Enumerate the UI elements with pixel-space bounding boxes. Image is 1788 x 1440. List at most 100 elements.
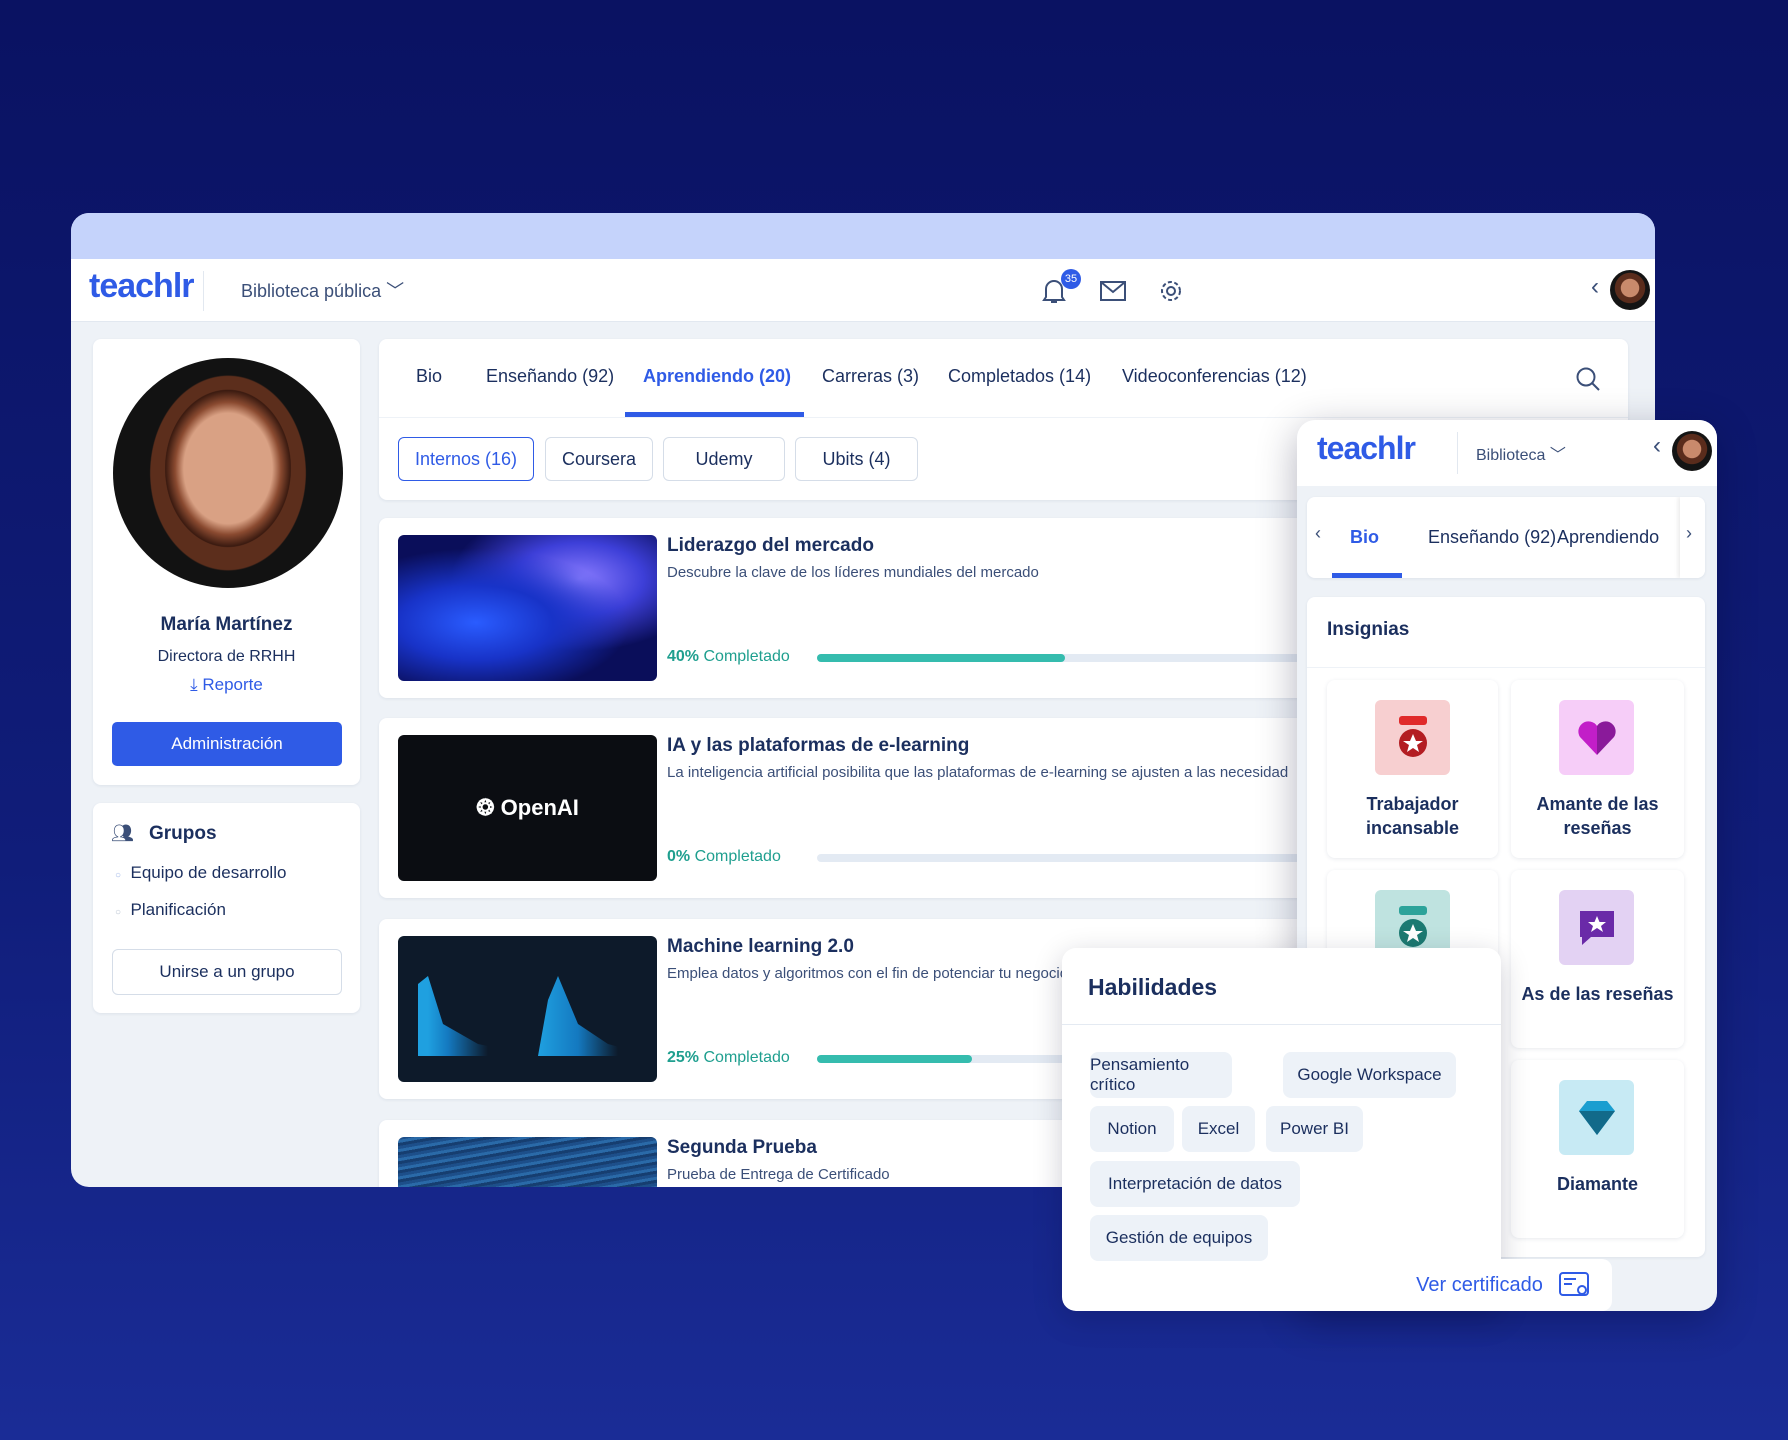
course-title: Liderazgo del mercado bbox=[667, 535, 874, 556]
tab-bio[interactable]: Bio bbox=[1350, 527, 1379, 548]
openai-logo-icon: ❂ bbox=[476, 795, 501, 820]
badge-tile[interactable]: Diamante bbox=[1511, 1060, 1684, 1238]
skill-chip: Interpretación de datos bbox=[1090, 1161, 1300, 1207]
badge-label: Amante de las reseñas bbox=[1536, 794, 1659, 838]
badges-title: Insignias bbox=[1327, 619, 1410, 640]
progress-percent: 40% bbox=[667, 648, 700, 665]
tab-videoconferences[interactable]: Videoconferencias (12) bbox=[1122, 366, 1307, 387]
profile-name: María Martínez bbox=[160, 614, 293, 635]
progress-label: Completado bbox=[703, 648, 790, 665]
course-progress-text: 0% Completado bbox=[667, 848, 781, 866]
user-avatar[interactable] bbox=[1610, 270, 1650, 310]
admin-button[interactable]: Administración bbox=[112, 722, 342, 766]
progress-label: Completado bbox=[694, 848, 781, 865]
mobile-header: teachlr Biblioteca ﹀ ‹ bbox=[1297, 420, 1717, 486]
profile-photo bbox=[113, 358, 343, 588]
chevron-down-icon: ﹀ bbox=[386, 281, 405, 301]
gear-icon[interactable] bbox=[1158, 278, 1184, 304]
profile-card: María Martínez Directora de RRHH ⤓ Repor… bbox=[93, 339, 360, 785]
view-certificate-button[interactable]: Ver certificado bbox=[1393, 1259, 1612, 1311]
tab-careers[interactable]: Carreras (3) bbox=[822, 366, 919, 387]
badge-tile[interactable]: Trabajador incansable bbox=[1327, 680, 1498, 858]
progress-label: Completado bbox=[703, 1049, 790, 1066]
bullet-icon: ○ bbox=[115, 870, 122, 881]
tab-learning[interactable]: Aprendiendo (20) bbox=[643, 366, 791, 387]
report-label: Reporte bbox=[202, 675, 263, 694]
notification-badge: 35 bbox=[1061, 269, 1081, 289]
user-avatar[interactable] bbox=[1672, 431, 1712, 471]
star-chat-icon bbox=[1559, 890, 1634, 965]
course-description: Emplea datos y algoritmos con el fin de … bbox=[667, 965, 1069, 982]
course-title: Segunda Prueba bbox=[667, 1137, 817, 1158]
subtab-coursera[interactable]: Coursera bbox=[545, 437, 653, 481]
tab-teaching[interactable]: Enseñando (92) bbox=[486, 366, 614, 387]
progress-percent: 0% bbox=[667, 848, 691, 865]
badge-tile[interactable]: As de las reseñas bbox=[1511, 870, 1684, 1048]
report-link[interactable]: ⤓ Reporte bbox=[93, 675, 360, 695]
mobile-tabs: ‹ Bio Enseñando (92) Aprendiendo › bbox=[1307, 497, 1705, 578]
progress-percent: 25% bbox=[667, 1049, 700, 1066]
tab-learning[interactable]: Aprendiendo bbox=[1557, 527, 1659, 548]
top-header: teachlr Biblioteca pública ﹀ 35 ‹ bbox=[71, 259, 1655, 322]
badge-label: Diamante bbox=[1556, 1174, 1639, 1194]
divider bbox=[1062, 1024, 1501, 1025]
certificate-label: Ver certificado bbox=[1416, 1273, 1543, 1296]
skill-chip: Power BI bbox=[1266, 1106, 1363, 1152]
course-thumbnail bbox=[398, 936, 657, 1082]
divider bbox=[1307, 667, 1705, 668]
subtab-internal[interactable]: Internos (16) bbox=[398, 437, 534, 481]
course-progress-text: 40% Completado bbox=[667, 648, 790, 666]
teachlr-logo[interactable]: teachlr bbox=[1317, 430, 1416, 467]
course-title: Machine learning 2.0 bbox=[667, 936, 854, 957]
window-top-band bbox=[71, 213, 1655, 259]
course-thumbnail: ❂ OpenAI bbox=[398, 735, 657, 881]
group-label: Equipo de desarrollo bbox=[130, 863, 287, 882]
subtab-udemy[interactable]: Udemy bbox=[663, 437, 785, 481]
medal-icon bbox=[1375, 700, 1450, 775]
badge-tile[interactable]: Amante de las reseñas bbox=[1511, 680, 1684, 858]
progress-fill bbox=[817, 654, 1065, 662]
skill-chip: Excel bbox=[1182, 1106, 1255, 1152]
group-item[interactable]: ○ Equipo de desarrollo bbox=[115, 863, 286, 883]
course-description: La inteligencia artificial posibilita qu… bbox=[667, 764, 1289, 781]
certificate-icon bbox=[1558, 1272, 1589, 1296]
group-item[interactable]: ○ Planificación bbox=[115, 900, 226, 920]
scroll-left-icon[interactable]: ‹ bbox=[1315, 523, 1321, 544]
skills-card: Habilidades Pensamiento crítico Google W… bbox=[1062, 948, 1501, 1311]
groups-card: 👥︎ Grupos ○ Equipo de desarrollo ○ Plani… bbox=[93, 803, 360, 1013]
course-description: Descubre la clave de los líderes mundial… bbox=[667, 564, 1039, 581]
groups-icon: 👥︎ bbox=[111, 823, 134, 843]
group-label: Planificación bbox=[130, 900, 226, 919]
tab-completed[interactable]: Completados (14) bbox=[948, 366, 1091, 387]
mail-icon[interactable] bbox=[1100, 281, 1126, 301]
subtab-ubits[interactable]: Ubits (4) bbox=[795, 437, 918, 481]
chart-decoration bbox=[538, 976, 638, 1056]
chevron-left-icon[interactable]: ‹ bbox=[1591, 273, 1599, 301]
divider bbox=[203, 271, 204, 311]
course-description: Prueba de Entrega de Certificado bbox=[667, 1166, 890, 1183]
scroll-right-button[interactable]: › bbox=[1680, 497, 1705, 578]
heart-icon bbox=[1559, 700, 1634, 775]
chevron-right-icon: › bbox=[1686, 523, 1692, 543]
divider bbox=[379, 417, 1628, 418]
chevron-down-icon: ﹀ bbox=[1549, 447, 1566, 464]
skills-title: Habilidades bbox=[1088, 974, 1218, 1000]
chevron-left-icon[interactable]: ‹ bbox=[1653, 432, 1661, 460]
active-tab-indicator bbox=[1332, 573, 1402, 578]
diamond-icon bbox=[1559, 1080, 1634, 1155]
skill-chip: Pensamiento crítico bbox=[1090, 1052, 1232, 1098]
progress-fill bbox=[817, 1055, 972, 1063]
tab-bio[interactable]: Bio bbox=[416, 366, 442, 387]
course-thumbnail bbox=[398, 1137, 657, 1187]
search-icon[interactable] bbox=[1575, 366, 1601, 392]
library-dropdown[interactable]: Biblioteca pública ﹀ bbox=[241, 277, 404, 303]
teachlr-logo[interactable]: teachlr bbox=[89, 267, 194, 306]
course-title: IA y las plataformas de e-learning bbox=[667, 735, 970, 756]
library-dropdown[interactable]: Biblioteca ﹀ bbox=[1476, 441, 1566, 465]
tab-teaching[interactable]: Enseñando (92) bbox=[1428, 527, 1556, 548]
divider bbox=[1457, 432, 1458, 474]
bullet-icon: ○ bbox=[115, 907, 122, 918]
thumbnail-text: OpenAI bbox=[500, 795, 579, 820]
join-group-button[interactable]: Unirse a un grupo bbox=[112, 949, 342, 995]
library-label: Biblioteca bbox=[1476, 447, 1546, 464]
